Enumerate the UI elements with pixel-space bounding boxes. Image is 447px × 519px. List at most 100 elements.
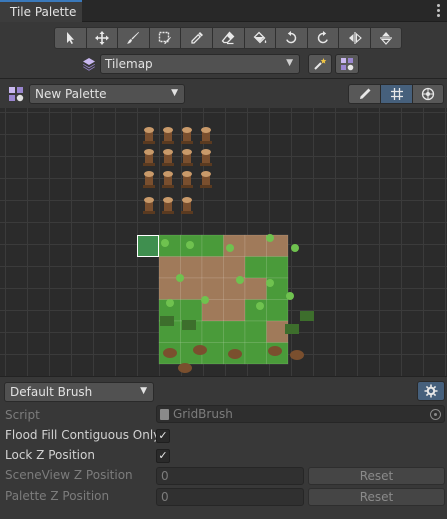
brush-dropdown[interactable]: Default Brush ▼: [4, 382, 154, 402]
terrain-tile[interactable]: [223, 299, 246, 322]
paint-tool-button[interactable]: [117, 27, 149, 49]
stump-tile-top[interactable]: [144, 197, 154, 203]
terrain-tile[interactable]: [180, 299, 203, 322]
grass-tuft[interactable]: [286, 292, 294, 300]
cliff-shadow[interactable]: [285, 324, 299, 334]
stump-tile-top[interactable]: [201, 171, 211, 177]
grass-tuft[interactable]: [161, 239, 169, 247]
terrain-tile[interactable]: [202, 321, 224, 343]
cliff-rock[interactable]: [163, 348, 177, 358]
terrain-tile[interactable]: [266, 299, 289, 322]
stump-tile-root[interactable]: [143, 163, 155, 166]
terrain-tile[interactable]: [245, 256, 267, 279]
flip-y-button[interactable]: [369, 27, 402, 49]
grass-tuft[interactable]: [256, 302, 264, 310]
stump-tile-top[interactable]: [201, 149, 211, 155]
toggle-gizmos-button[interactable]: [412, 84, 444, 104]
cliff-rock[interactable]: [268, 346, 282, 356]
palette-z-field[interactable]: 0: [156, 488, 304, 506]
cliff-rock[interactable]: [193, 345, 207, 355]
stump-tile-top[interactable]: [182, 127, 192, 133]
stump-tile-root[interactable]: [181, 211, 193, 214]
terrain-tile[interactable]: [266, 256, 289, 279]
stump-tile-root[interactable]: [143, 141, 155, 144]
palette-grid-canvas[interactable]: [0, 108, 447, 376]
active-tilemap-dropdown[interactable]: Tilemap ▼: [100, 54, 300, 74]
edit-palette-button[interactable]: [348, 84, 380, 104]
stump-tile-top[interactable]: [182, 171, 192, 177]
fill-tool-button[interactable]: [243, 27, 276, 49]
stump-tile-root[interactable]: [143, 211, 155, 214]
stump-tile-top[interactable]: [163, 127, 173, 133]
box-fill-tool-button[interactable]: [148, 27, 181, 49]
palette-dropdown[interactable]: New Palette ▼: [29, 84, 185, 104]
terrain-tile[interactable]: [266, 321, 289, 343]
palette-settings-button[interactable]: [335, 54, 359, 74]
terrain-tile[interactable]: [202, 256, 224, 279]
stump-tile-top[interactable]: [182, 149, 192, 155]
stump-tile-root[interactable]: [181, 141, 193, 144]
stump-tile-root[interactable]: [181, 185, 193, 188]
brush-settings-button[interactable]: [417, 381, 445, 401]
stump-tile-root[interactable]: [162, 163, 174, 166]
cliff-shadow[interactable]: [300, 311, 314, 321]
selected-tile[interactable]: [137, 235, 159, 257]
grass-tuft[interactable]: [201, 296, 209, 304]
rotate-ccw-button[interactable]: [275, 27, 307, 49]
terrain-tile[interactable]: [223, 321, 246, 343]
stump-tile-root[interactable]: [143, 185, 155, 188]
toggle-grid-button[interactable]: [380, 84, 412, 104]
grass-tuft[interactable]: [266, 279, 274, 287]
sceneview-z-field[interactable]: 0: [156, 467, 304, 485]
grass-tuft[interactable]: [186, 241, 194, 249]
picker-tool-button[interactable]: [180, 27, 212, 49]
stump-tile-top[interactable]: [144, 149, 154, 155]
more-options-icon[interactable]: [437, 4, 441, 18]
move-tool-button[interactable]: [85, 27, 118, 49]
rotate-cw-button[interactable]: [306, 27, 339, 49]
terrain-tile[interactable]: [245, 342, 267, 365]
stump-tile-root[interactable]: [200, 141, 212, 144]
terrain-tile[interactable]: [180, 278, 203, 300]
select-tool-button[interactable]: [54, 27, 86, 49]
stump-tile-root[interactable]: [162, 185, 174, 188]
terrain-tile[interactable]: [245, 299, 267, 322]
cliff-shadow[interactable]: [160, 316, 174, 326]
grass-tuft[interactable]: [166, 299, 174, 307]
grass-tuft[interactable]: [176, 274, 184, 282]
grass-tuft[interactable]: [291, 244, 299, 252]
stump-tile-top[interactable]: [201, 127, 211, 133]
terrain-tile[interactable]: [180, 256, 203, 279]
stump-tile-top[interactable]: [163, 149, 173, 155]
terrain-tile[interactable]: [223, 256, 246, 279]
terrain-tile[interactable]: [245, 278, 267, 300]
stump-tile-root[interactable]: [200, 185, 212, 188]
tab-tile-palette[interactable]: Tile Palette: [0, 0, 82, 22]
terrain-tile[interactable]: [245, 321, 267, 343]
eraser-tool-button[interactable]: [211, 27, 244, 49]
tile-palette-tiles[interactable]: [0, 108, 447, 376]
stump-tile-root[interactable]: [162, 211, 174, 214]
focus-tilemap-button[interactable]: [308, 54, 332, 74]
stump-tile-top[interactable]: [144, 127, 154, 133]
stump-tile-top[interactable]: [163, 197, 173, 203]
cliff-rock[interactable]: [228, 349, 242, 359]
terrain-tile[interactable]: [202, 235, 224, 257]
stump-tile-root[interactable]: [200, 163, 212, 166]
cliff-shadow[interactable]: [182, 320, 196, 330]
stump-tile-top[interactable]: [144, 171, 154, 177]
sceneview-z-reset-button[interactable]: Reset: [308, 467, 445, 485]
stump-tile-root[interactable]: [181, 163, 193, 166]
grass-tuft[interactable]: [226, 244, 234, 252]
flip-x-button[interactable]: [338, 27, 370, 49]
palette-z-reset-button[interactable]: Reset: [308, 488, 445, 506]
grass-tuft[interactable]: [236, 276, 244, 284]
stump-tile-root[interactable]: [162, 141, 174, 144]
object-picker-icon[interactable]: [430, 409, 441, 420]
script-object-field[interactable]: GridBrush: [156, 405, 445, 423]
stump-tile-top[interactable]: [182, 197, 192, 203]
stump-tile-top[interactable]: [163, 171, 173, 177]
flood-fill-checkbox[interactable]: ✓: [156, 429, 170, 443]
cliff-rock[interactable]: [290, 350, 304, 360]
terrain-tile[interactable]: [159, 278, 181, 300]
